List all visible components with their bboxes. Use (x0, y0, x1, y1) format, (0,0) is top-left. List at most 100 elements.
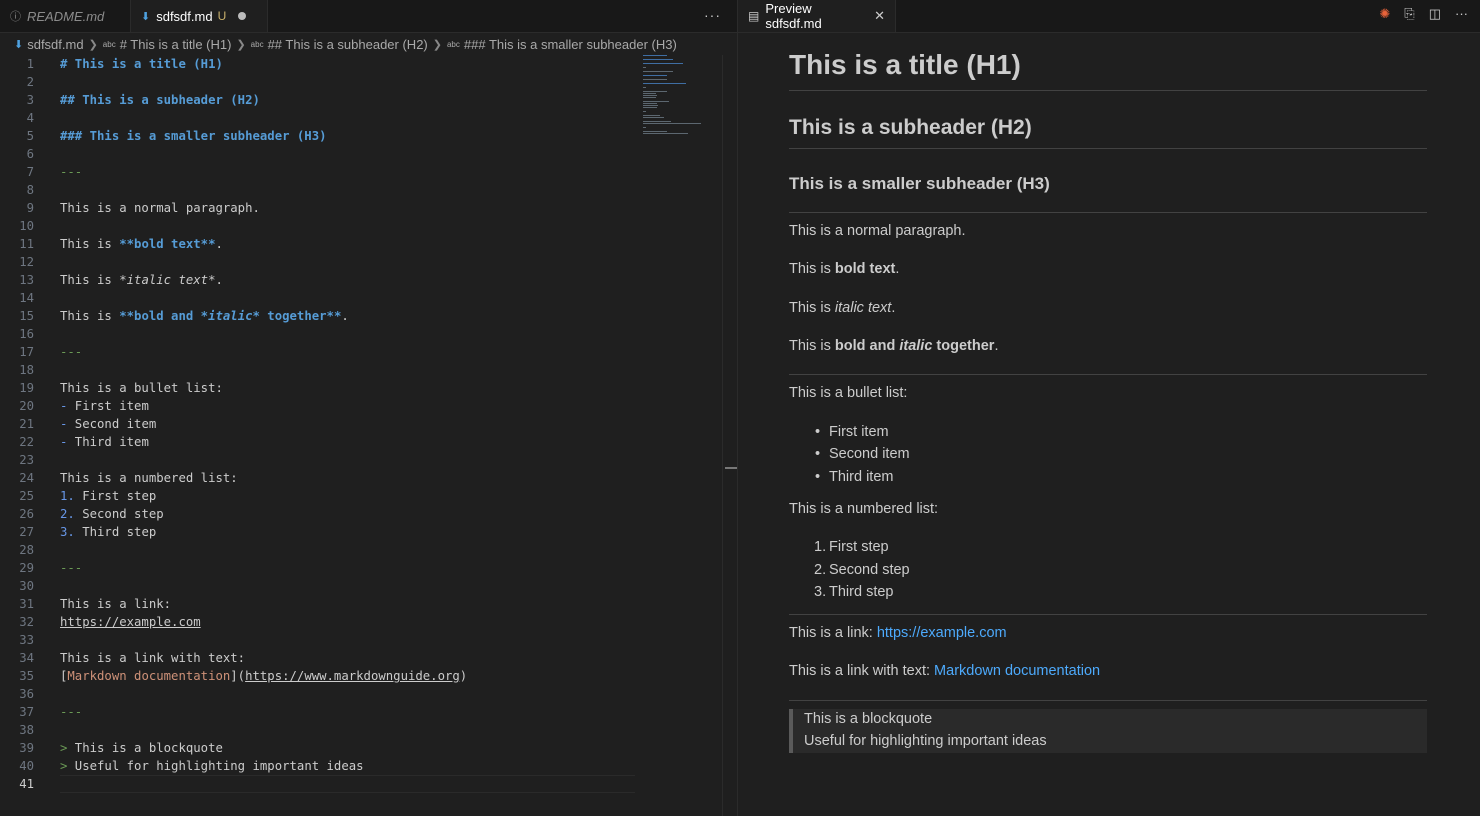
code-line[interactable]: 24 This is a numbered list: (0, 469, 722, 487)
line-number: 7 (26, 165, 34, 179)
preview-paragraph: This is a normal paragraph. (789, 223, 966, 239)
code-line[interactable]: 3 ## This is a subheader (H2) (0, 91, 722, 109)
bold-italic-text: italic (899, 338, 933, 354)
line-number: 28 (19, 543, 34, 557)
tab-readme[interactable]: ⓘ README.md (0, 0, 131, 32)
code-text: [Markdown documentation](https://www.mar… (60, 667, 467, 685)
code-text: 1. First step (60, 487, 156, 505)
breadcrumb-h1[interactable]: # This is a title (H1) (120, 37, 232, 52)
line-number: 32 (19, 615, 34, 629)
link-example[interactable]: https://example.com (877, 625, 1007, 641)
code-line[interactable]: 10 (0, 217, 722, 235)
minimap-line (643, 95, 657, 96)
code-line[interactable]: 25 1. First step (0, 487, 722, 505)
breadcrumb-h2[interactable]: ## This is a subheader (H2) (268, 37, 428, 52)
code-line[interactable]: 40 > Useful for highlighting important id… (0, 757, 722, 775)
code-line[interactable]: 20 - First item (0, 397, 722, 415)
list-number: 2. (814, 562, 827, 578)
code-line[interactable]: 14 (0, 289, 722, 307)
code-token: Third item (67, 435, 149, 449)
open-source-icon[interactable]: ⎘ (1404, 6, 1414, 22)
more-actions-icon[interactable]: ··· (1455, 6, 1468, 22)
scrollbar-thumb[interactable] (725, 467, 737, 469)
code-line[interactable]: 39 > This is a blockquote (0, 739, 722, 757)
code-line[interactable]: 33 (0, 631, 722, 649)
code-line[interactable]: 26 2. Second step (0, 505, 722, 523)
code-line[interactable]: 1 # This is a title (H1) (0, 55, 722, 73)
split-editor-icon[interactable]: ◫ (1429, 6, 1441, 22)
preview-h1: This is a title (H1) (789, 49, 1021, 80)
code-line[interactable]: 11 This is **bold text**. (0, 235, 722, 253)
line-number: 15 (19, 309, 34, 323)
code-text: This is a bullet list: (60, 379, 223, 397)
code-line[interactable]: 5 ### This is a smaller subheader (H3) (0, 127, 722, 145)
code-line[interactable]: 4 (0, 109, 722, 127)
code-line[interactable]: 34 This is a link with text: (0, 649, 722, 667)
code-editor[interactable]: 1 # This is a title (H1) 2 3 ## This is a su… (0, 55, 722, 816)
unsaved-dot-icon[interactable] (238, 12, 247, 20)
code-line[interactable]: 36 (0, 685, 722, 703)
code-line[interactable]: 22 - Third item (0, 433, 722, 451)
info-icon: ⓘ (10, 11, 21, 23)
preview-link-line: This is a link: https://example.com (789, 625, 1007, 641)
breadcrumb-file[interactable]: sdfsdf.md (27, 37, 83, 52)
code-line[interactable]: 7 --- (0, 163, 722, 181)
more-actions-icon[interactable]: ··· (704, 7, 721, 23)
code-line[interactable]: 9 This is a normal paragraph. (0, 199, 722, 217)
code-line[interactable]: 13 This is *italic text*. (0, 271, 722, 289)
code-line[interactable]: 17 --- (0, 343, 722, 361)
minimap-line (643, 121, 671, 122)
code-token: This is (60, 309, 120, 323)
line-number: 5 (26, 129, 34, 143)
line-number: 9 (26, 201, 34, 215)
line-number: 16 (19, 327, 34, 341)
code-token: This is a blockquote (67, 741, 223, 755)
code-line[interactable]: 30 (0, 577, 722, 595)
code-line[interactable]: 37 --- (0, 703, 722, 721)
editor-tabbar: ⓘ README.md ⬇ sdfsdf.md U ··· (0, 0, 737, 33)
link-markdown-docs[interactable]: Markdown documentation (934, 663, 1100, 679)
minimap-line (643, 127, 646, 128)
chevron-right-icon: ❯ (236, 38, 246, 51)
minimap-line (643, 133, 688, 134)
code-line[interactable]: 28 (0, 541, 722, 559)
preview-italic-line: This is italic text. (789, 300, 895, 316)
code-line[interactable]: 18 (0, 361, 722, 379)
minimap-line (643, 67, 646, 68)
code-line[interactable]: 35 [Markdown documentation](https://www.m… (0, 667, 722, 685)
string-symbol-icon: abc (102, 39, 116, 49)
code-line[interactable]: 6 (0, 145, 722, 163)
code-text: - Third item (60, 433, 149, 451)
code-token: Second item (67, 417, 157, 431)
close-icon[interactable]: ✕ (874, 8, 885, 24)
code-text: This is **bold text**. (60, 235, 223, 253)
sparkle-icon[interactable]: ✺ (1379, 6, 1390, 22)
minimap-line (643, 75, 667, 76)
line-number: 26 (19, 507, 34, 521)
code-line[interactable]: 12 (0, 253, 722, 271)
code-line[interactable]: 38 (0, 721, 722, 739)
code-line[interactable]: 41 (0, 775, 722, 793)
tab-preview[interactable]: ▤ Preview sdfsdf.md ✕ (738, 0, 896, 32)
code-line[interactable]: 19 This is a bullet list: (0, 379, 722, 397)
code-line[interactable]: 8 (0, 181, 722, 199)
code-line[interactable]: 31 This is a link: (0, 595, 722, 613)
line-number: 20 (19, 399, 34, 413)
code-line[interactable]: 32 https://example.com (0, 613, 722, 631)
code-line[interactable]: 27 3. Third step (0, 523, 722, 541)
code-line[interactable]: 2 (0, 73, 722, 91)
line-number: 13 (19, 273, 34, 287)
tab-sdfsdf[interactable]: ⬇ sdfsdf.md U (131, 0, 268, 32)
code-line[interactable]: 29 --- (0, 559, 722, 577)
code-line[interactable]: 16 (0, 325, 722, 343)
preview-icon: ▤ (748, 9, 760, 23)
code-line[interactable]: 21 - Second item (0, 415, 722, 433)
minimap[interactable] (643, 55, 703, 137)
code-line[interactable]: 15 This is **bold and *italic* together**… (0, 307, 722, 325)
code-token: This is a link: (60, 597, 172, 611)
line-number: 39 (19, 741, 34, 755)
code-line[interactable]: 23 (0, 451, 722, 469)
editor-scrollbar[interactable] (722, 55, 737, 816)
line-number: 40 (19, 759, 34, 773)
breadcrumb-h3[interactable]: ### This is a smaller subheader (H3) (464, 37, 677, 52)
